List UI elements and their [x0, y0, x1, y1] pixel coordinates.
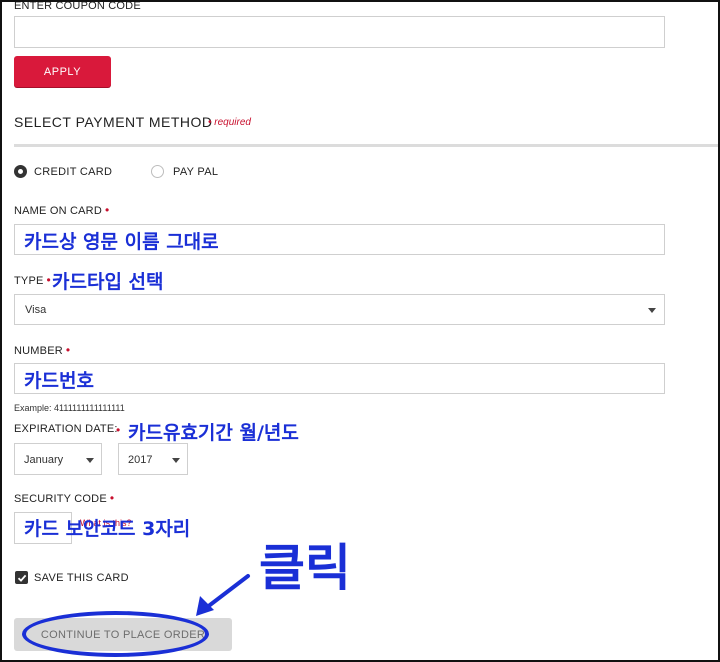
security-code-label: SECURITY CODE • [14, 491, 114, 505]
check-icon [17, 574, 26, 582]
required-dot: • [116, 423, 121, 437]
paypal-radio[interactable] [151, 165, 164, 178]
required-dot: • [46, 273, 51, 287]
annotation-type: 카드타입 선택 [52, 271, 164, 293]
required-dot: • [109, 491, 115, 505]
card-number-example: Example: 4111111111111111 [14, 403, 125, 413]
annotation-security: 카드 보안코드 3자리 [24, 518, 191, 540]
coupon-label: ENTER COUPON CODE [14, 0, 141, 12]
annotation-click: 클릭 [259, 539, 351, 597]
card-type-label-text: TYPE [14, 275, 44, 287]
name-on-card-label: NAME ON CARD • [14, 203, 109, 217]
security-code-label-text: SECURITY CODE [14, 493, 107, 505]
exp-year-select[interactable]: 2017 [118, 443, 188, 475]
chevron-down-icon [648, 308, 656, 313]
apply-button-label: APPLY [43, 65, 82, 78]
section-divider [14, 144, 718, 147]
card-type-select[interactable]: Visa [14, 294, 665, 325]
coupon-input[interactable] [14, 16, 665, 48]
exp-month-value: January [24, 454, 64, 466]
save-card-checkbox[interactable] [15, 571, 28, 584]
card-number-label: NUMBER • [14, 343, 70, 357]
exp-year-value: 2017 [128, 454, 153, 466]
expiration-label: EXPIRATION DATE: [14, 423, 118, 435]
required-dot: • [65, 343, 71, 357]
apply-button[interactable]: APPLY [14, 56, 111, 87]
chevron-down-icon [86, 458, 94, 463]
card-number-input[interactable] [14, 363, 665, 394]
card-type-label: TYPE • [14, 273, 51, 287]
checkout-payment-frame: ENTER COUPON CODE APPLY SELECT PAYMENT M… [0, 0, 720, 662]
name-on-card-label-text: NAME ON CARD [14, 205, 102, 217]
chevron-down-icon [172, 458, 180, 463]
save-card-label[interactable]: SAVE THIS CARD [34, 572, 129, 584]
exp-month-select[interactable]: January [14, 443, 102, 475]
annotation-number: 카드번호 [24, 370, 94, 392]
credit-card-radio[interactable] [14, 165, 27, 178]
payment-section-title: SELECT PAYMENT METHOD [14, 114, 213, 130]
highlight-ellipse [22, 611, 209, 657]
required-note: • required [208, 117, 251, 128]
card-number-label-text: NUMBER [14, 345, 63, 357]
annotation-name: 카드상 영문 이름 그대로 [24, 231, 219, 253]
card-type-value: Visa [25, 304, 47, 316]
annotation-expiration: 카드유효기간 월/년도 [128, 422, 299, 444]
paypal-label[interactable]: PAY PAL [173, 166, 218, 178]
credit-card-label[interactable]: CREDIT CARD [34, 166, 112, 178]
arrow-icon [196, 574, 250, 616]
required-dot: • [104, 203, 110, 217]
